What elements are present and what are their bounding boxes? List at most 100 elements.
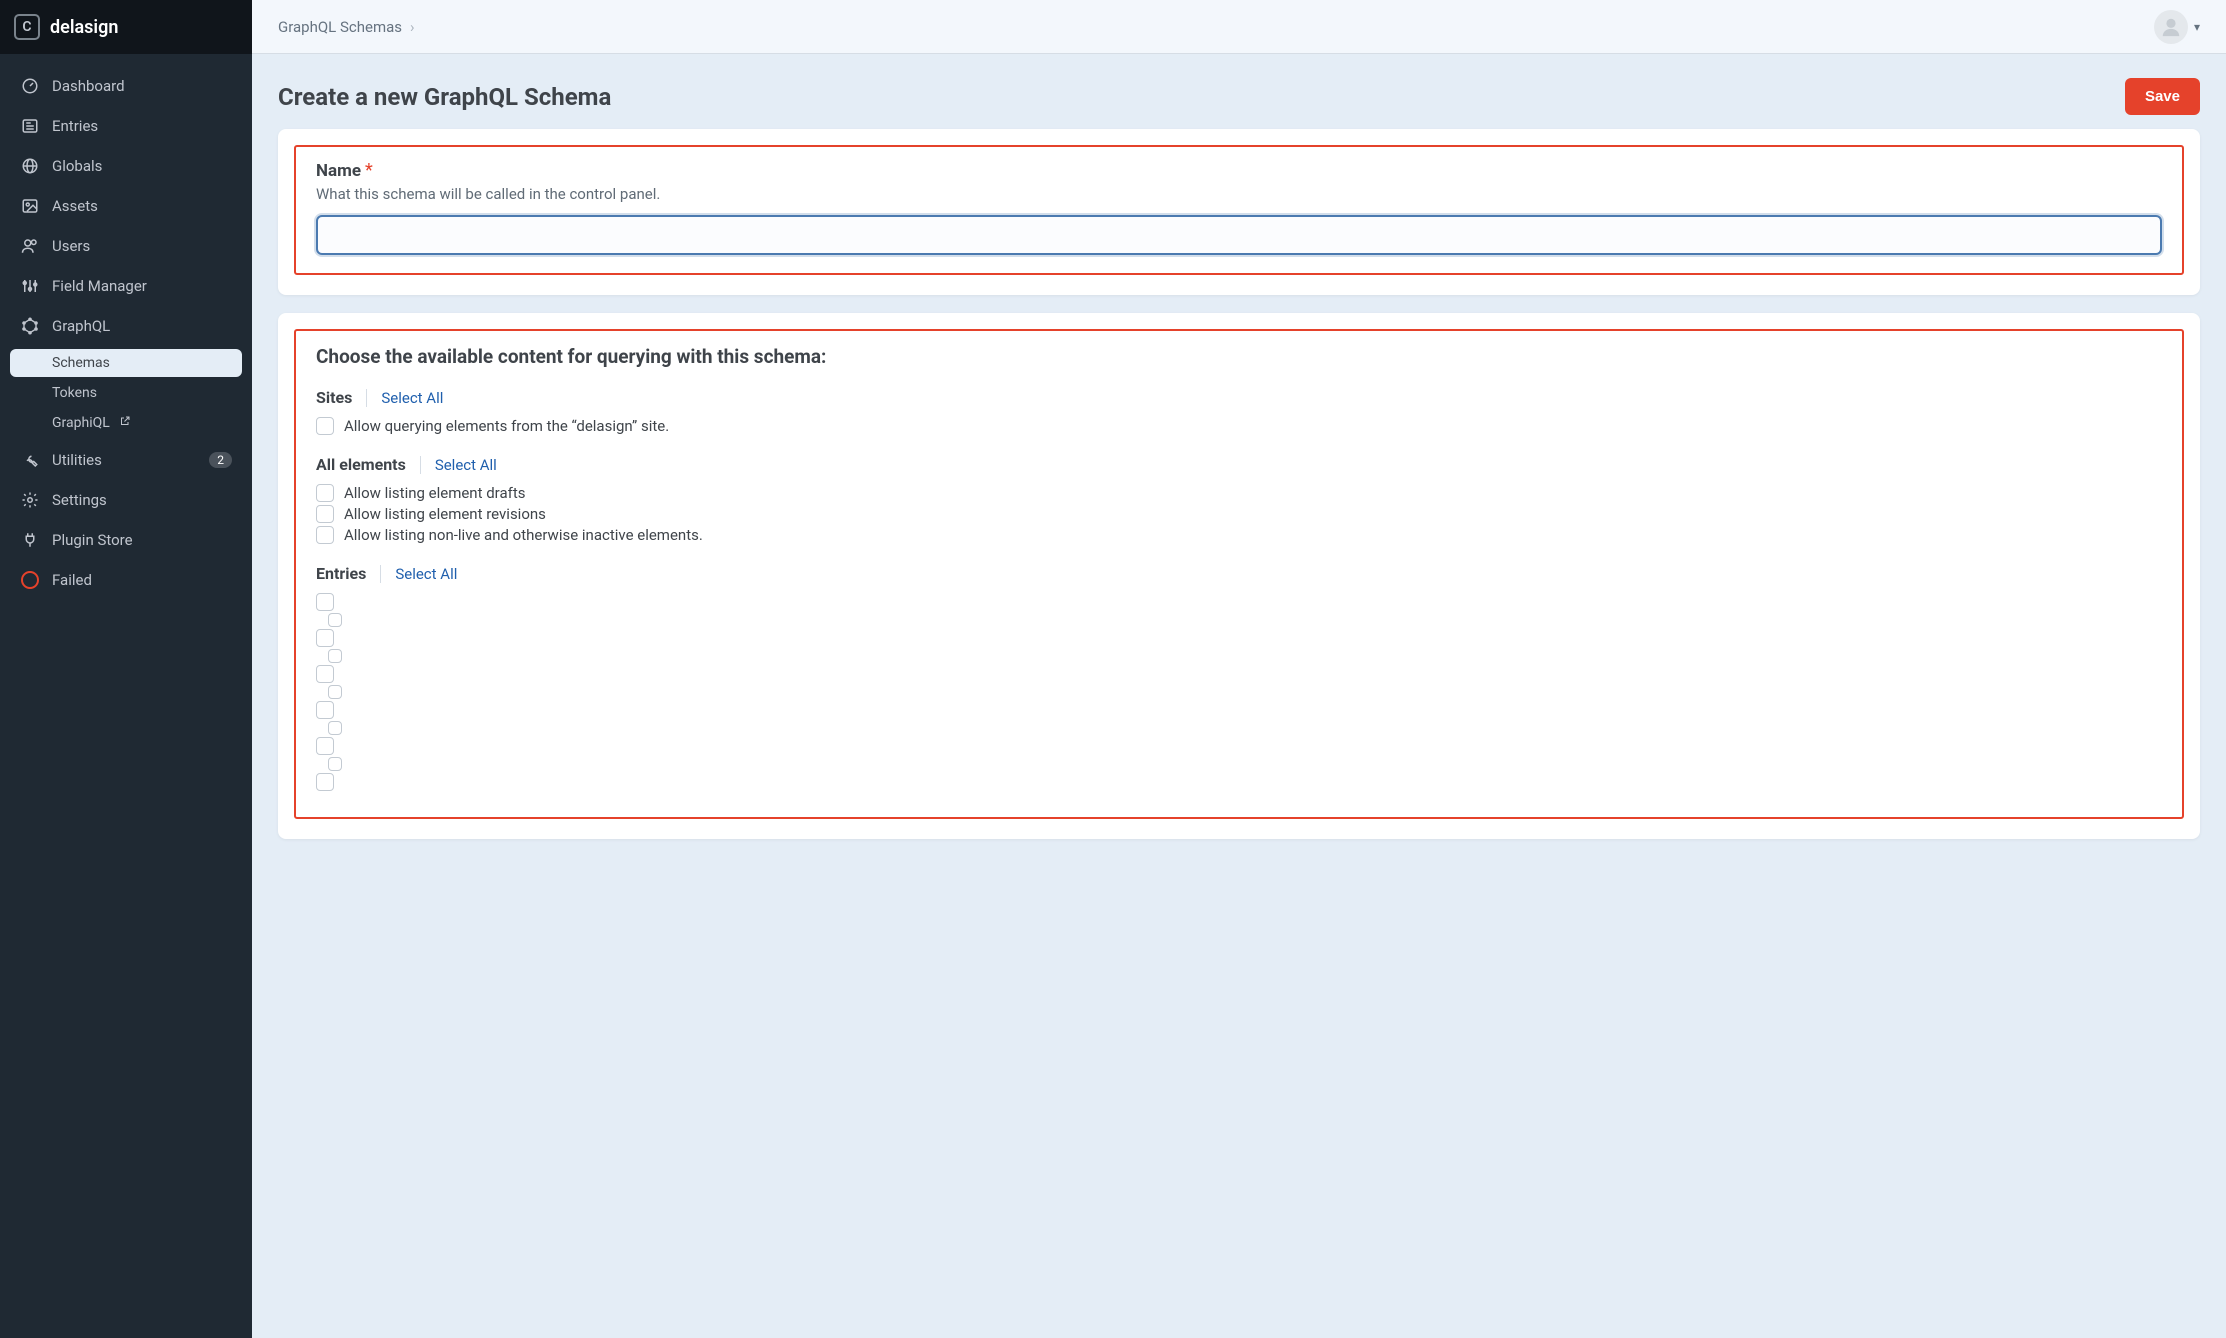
checkbox-label: Allow listing element revisions bbox=[344, 505, 546, 523]
name-help: What this schema will be called in the c… bbox=[316, 185, 2162, 203]
list-item bbox=[316, 701, 2162, 719]
group-entries: Entries Select All bbox=[316, 564, 2162, 583]
list-item bbox=[328, 685, 2162, 699]
image-icon bbox=[20, 196, 40, 216]
list-item bbox=[328, 757, 2162, 771]
checkbox-entry[interactable] bbox=[328, 757, 342, 771]
sidebar-nav: Dashboard Entries Globals Assets Users bbox=[0, 54, 252, 612]
group-sites: Sites Select All bbox=[316, 388, 2162, 407]
sidebar-item-plugin-store[interactable]: Plugin Store bbox=[0, 520, 252, 560]
checkbox-label: Allow listing non-live and otherwise ina… bbox=[344, 526, 703, 544]
sidebar-item-assets[interactable]: Assets bbox=[0, 186, 252, 226]
divider bbox=[420, 456, 421, 474]
list-item bbox=[328, 613, 2162, 627]
subnav-schemas[interactable]: Schemas bbox=[10, 349, 242, 377]
content: Name* What this schema will be called in… bbox=[252, 129, 2226, 887]
wrench-icon bbox=[20, 450, 40, 470]
sidebar-item-failed[interactable]: Failed bbox=[0, 560, 252, 600]
checkbox-entry[interactable] bbox=[328, 613, 342, 627]
name-input[interactable] bbox=[316, 215, 2162, 255]
required-icon: * bbox=[365, 160, 373, 181]
page-title: Create a new GraphQL Schema bbox=[278, 83, 611, 111]
list-item bbox=[328, 649, 2162, 663]
sidebar-item-label: Field Manager bbox=[52, 277, 147, 295]
sidebar-item-label: Settings bbox=[52, 491, 107, 509]
save-button[interactable]: Save bbox=[2125, 78, 2200, 115]
user-menu[interactable]: ▾ bbox=[2154, 10, 2200, 44]
plug-icon bbox=[20, 530, 40, 550]
sidebar-item-entries[interactable]: Entries bbox=[0, 106, 252, 146]
divider bbox=[366, 389, 367, 407]
checkbox-label: Allow querying elements from the “delasi… bbox=[344, 417, 669, 435]
subnav-tokens[interactable]: Tokens bbox=[10, 379, 242, 407]
brand-name: delasign bbox=[50, 17, 118, 38]
checkbox-entry[interactable] bbox=[316, 593, 334, 611]
checkbox-drafts[interactable] bbox=[316, 484, 334, 502]
checkbox-entry[interactable] bbox=[316, 737, 334, 755]
main: GraphQL Schemas › ▾ Create a new GraphQL… bbox=[252, 0, 2226, 1338]
checkbox-entry[interactable] bbox=[316, 665, 334, 683]
sidebar-item-dashboard[interactable]: Dashboard bbox=[0, 66, 252, 106]
checkbox-entry[interactable] bbox=[328, 685, 342, 699]
list-item bbox=[316, 629, 2162, 647]
checkbox-entry[interactable] bbox=[328, 721, 342, 735]
avatar bbox=[2154, 10, 2188, 44]
sidebar-item-label: Plugin Store bbox=[52, 531, 133, 549]
external-link-icon bbox=[119, 415, 131, 431]
sidebar-item-users[interactable]: Users bbox=[0, 226, 252, 266]
sidebar-item-globals[interactable]: Globals bbox=[0, 146, 252, 186]
checkbox-revisions[interactable] bbox=[316, 505, 334, 523]
group-title-all-elements: All elements bbox=[316, 455, 406, 474]
sidebar-item-field-manager[interactable]: Field Manager bbox=[0, 266, 252, 306]
newspaper-icon bbox=[20, 116, 40, 136]
checkbox-row: Allow listing element revisions bbox=[316, 505, 2162, 523]
sidebar-item-label: Dashboard bbox=[52, 77, 125, 95]
checkbox-entry[interactable] bbox=[316, 629, 334, 647]
sidebar-item-settings[interactable]: Settings bbox=[0, 480, 252, 520]
divider bbox=[380, 565, 381, 583]
schema-card: Choose the available content for queryin… bbox=[278, 313, 2200, 839]
globe-icon bbox=[20, 156, 40, 176]
list-item bbox=[316, 665, 2162, 683]
chevron-down-icon: ▾ bbox=[2194, 20, 2200, 34]
graphql-subnav: Schemas Tokens GraphiQL bbox=[10, 349, 242, 437]
checkbox-entry[interactable] bbox=[328, 649, 342, 663]
sidebar-item-label: Globals bbox=[52, 157, 102, 175]
checkbox-site-delasign[interactable] bbox=[316, 417, 334, 435]
checkbox-row: Allow listing element drafts bbox=[316, 484, 2162, 502]
name-label: Name bbox=[316, 161, 361, 181]
group-title-sites: Sites bbox=[316, 388, 352, 407]
schema-highlight: Choose the available content for queryin… bbox=[294, 329, 2184, 819]
sidebar-item-utilities[interactable]: Utilities 2 bbox=[0, 440, 252, 480]
breadcrumb: GraphQL Schemas › bbox=[278, 18, 415, 36]
chevron-right-icon: › bbox=[410, 18, 415, 36]
checkbox-entry[interactable] bbox=[316, 701, 334, 719]
sidebar-item-label: Failed bbox=[52, 571, 92, 589]
checkbox-entry[interactable] bbox=[316, 773, 334, 791]
breadcrumb-item[interactable]: GraphQL Schemas bbox=[278, 18, 402, 36]
sidebar-item-label: Assets bbox=[52, 197, 98, 215]
subnav-graphiql[interactable]: GraphiQL bbox=[10, 409, 242, 437]
subnav-label: GraphiQL bbox=[52, 415, 110, 431]
checkbox-inactive[interactable] bbox=[316, 526, 334, 544]
sidebar-header: C delasign bbox=[0, 0, 252, 54]
brand-icon: C bbox=[14, 14, 40, 40]
failed-icon bbox=[20, 570, 40, 590]
checkbox-row: Allow listing non-live and otherwise ina… bbox=[316, 526, 2162, 544]
page-header: Create a new GraphQL Schema Save bbox=[252, 54, 2226, 129]
sidebar-item-graphql[interactable]: GraphQL bbox=[0, 306, 252, 346]
list-item bbox=[316, 773, 2162, 791]
gauge-icon bbox=[20, 76, 40, 96]
sidebar-item-label: GraphQL bbox=[52, 317, 110, 335]
list-item bbox=[328, 721, 2162, 735]
name-card: Name* What this schema will be called in… bbox=[278, 129, 2200, 295]
select-all-elements[interactable]: Select All bbox=[435, 456, 497, 474]
sidebar: C delasign Dashboard Entries Globals bbox=[0, 0, 252, 1338]
utilities-badge: 2 bbox=[209, 452, 232, 468]
select-all-entries[interactable]: Select All bbox=[395, 565, 457, 583]
select-all-sites[interactable]: Select All bbox=[381, 389, 443, 407]
checkbox-row: Allow querying elements from the “delasi… bbox=[316, 417, 2162, 435]
sidebar-item-label: Utilities bbox=[52, 451, 102, 469]
group-title-entries: Entries bbox=[316, 564, 366, 583]
sliders-icon bbox=[20, 276, 40, 296]
